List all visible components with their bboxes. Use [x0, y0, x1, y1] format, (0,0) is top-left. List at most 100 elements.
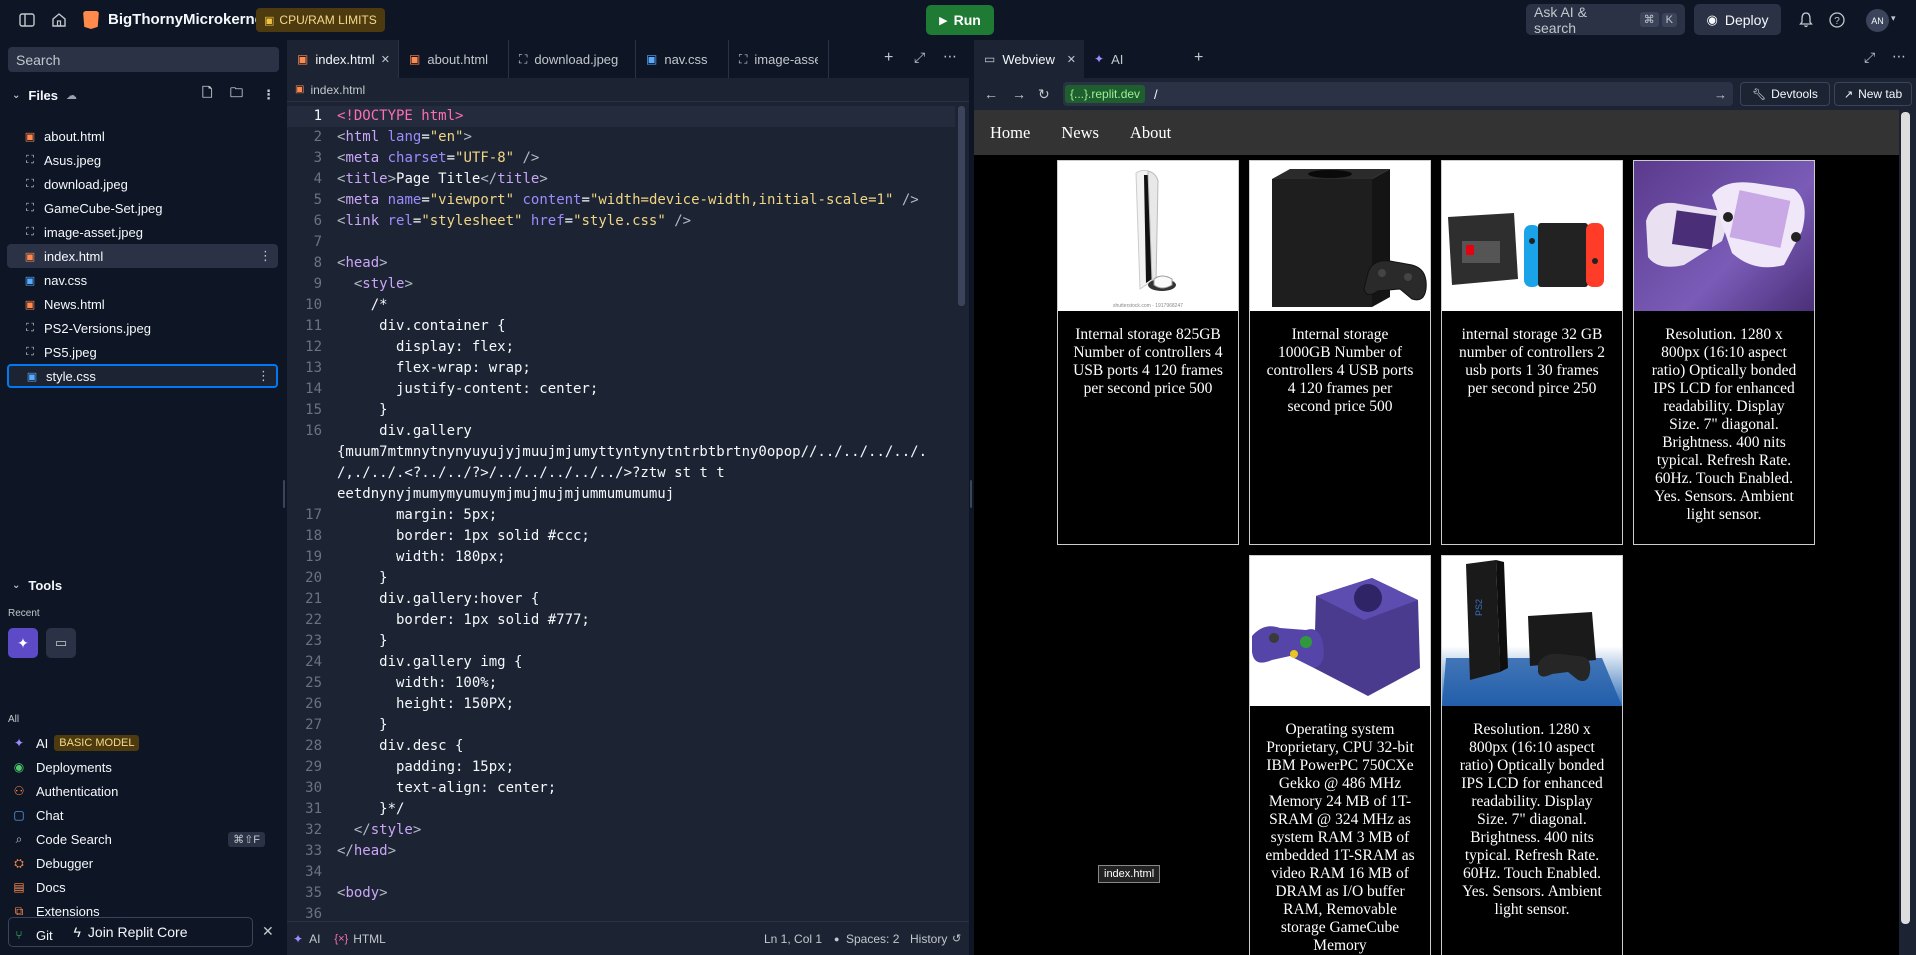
expand-icon[interactable]: ⤢: [1864, 49, 1875, 66]
file-name: News.html: [44, 296, 105, 312]
chevron-down-icon[interactable]: ▾: [1891, 13, 1896, 24]
bell-icon[interactable]: [1797, 11, 1815, 29]
file-item[interactable]: ▣ about.html: [7, 124, 278, 148]
file-item[interactable]: ⛶ Asus.jpeg: [7, 148, 278, 172]
nav-about-link[interactable]: About: [1130, 123, 1171, 143]
tool-item-docs[interactable]: ▤ Docs: [0, 875, 275, 899]
files-header[interactable]: ⌄ Files ☁ 🗋 🗀 ⋮: [8, 85, 283, 105]
file-menu-icon[interactable]: ⋮: [257, 368, 270, 384]
expand-icon[interactable]: ⤢: [914, 49, 925, 66]
project-name[interactable]: BigThornyMicrokernel: [108, 11, 267, 28]
file-item[interactable]: ▣ nav.css: [7, 268, 278, 292]
avatar[interactable]: AN: [1866, 9, 1889, 32]
back-icon[interactable]: ←: [984, 86, 998, 102]
nav-news-link[interactable]: News: [1061, 123, 1099, 143]
editor-scrollbar[interactable]: [958, 106, 965, 306]
ask-ai-search-button[interactable]: Ask AI & search ⌘ K: [1526, 4, 1685, 36]
devtools-button[interactable]: 🔧︎ Devtools: [1740, 82, 1830, 106]
new-folder-icon[interactable]: 🗀: [230, 84, 243, 106]
editor-tab[interactable]: ⛶ download.jpeg: [509, 40, 636, 78]
deployments-icon: ◉: [13, 760, 25, 774]
breadcrumb: ▣ index.html: [287, 78, 969, 102]
tools-header[interactable]: ⌄ Tools: [8, 578, 62, 593]
pane-resize-handle[interactable]: [970, 480, 972, 508]
tool-item-deployments[interactable]: ◉ Deployments: [0, 755, 275, 779]
webview-scrollbar[interactable]: [1901, 112, 1910, 924]
cpu-ram-limits-badge[interactable]: ▣ CPU/RAM LIMITS: [256, 8, 385, 32]
editor-menu-icon[interactable]: ⋯: [943, 48, 957, 65]
gallery-card[interactable]: PS2 Resolution. 1280 x 800px (16:10 aspe…: [1441, 555, 1623, 955]
webview-menu-icon[interactable]: ⋯: [1892, 48, 1906, 65]
html-file-icon: ▣: [295, 84, 305, 95]
tab-webview[interactable]: ▭ Webview ✕: [974, 40, 1084, 78]
editor-tab[interactable]: ▣ index.html ✕: [287, 40, 399, 78]
close-icon[interactable]: ✕: [262, 923, 274, 940]
sidebar-toggle-icon[interactable]: [18, 11, 36, 29]
editor-tab[interactable]: ⛶ image-asset.j: [729, 40, 829, 78]
tab-ai[interactable]: ✦ AI: [1084, 40, 1184, 78]
forward-icon[interactable]: →: [1012, 86, 1026, 102]
svg-text:shutterstock.com · 1917968247: shutterstock.com · 1917968247: [1113, 303, 1183, 309]
file-item[interactable]: ▣ style.css ⋮: [7, 364, 278, 388]
tool-item-ai[interactable]: ✦ AI BASIC MODEL: [0, 731, 275, 755]
reload-icon[interactable]: ↻: [1038, 86, 1050, 103]
url-input[interactable]: {...}.replit.dev / →: [1063, 82, 1733, 106]
run-button[interactable]: ▶ Run: [926, 5, 994, 35]
help-icon[interactable]: ?: [1827, 10, 1847, 30]
code-editor-pane: ▣ index.html ✕ ▣ about.html ⛶ download.jpeg ▣ na…: [287, 40, 969, 955]
file-item[interactable]: ⛶ GameCube-Set.jpeg: [7, 196, 278, 220]
image-file-icon: ⛶: [26, 345, 34, 358]
recent-webview-tool[interactable]: ▭: [46, 628, 76, 658]
gallery-card[interactable]: Resolution. 1280 x 800px (16:10 aspect r…: [1633, 160, 1815, 545]
editor-tab-label: index.html: [315, 51, 375, 67]
url-bar-row: ← → ↻ {...}.replit.dev / → 🔧︎ Devtools ↗…: [974, 78, 1916, 110]
editor-tab-label: about.html: [427, 51, 489, 67]
tool-item-code-search[interactable]: ⌕ Code Search ⌘⇧F: [0, 827, 275, 851]
play-icon: ▶: [939, 14, 948, 27]
file-name: download.jpeg: [44, 176, 128, 192]
file-item[interactable]: ▣ News.html: [7, 292, 278, 316]
shortcut-k: K: [1661, 12, 1677, 27]
gallery-card[interactable]: internal storage 32 GB number of control…: [1441, 160, 1623, 545]
tool-item-chat[interactable]: ▢ Chat: [0, 803, 275, 827]
nav-home-link[interactable]: Home: [990, 123, 1030, 143]
file-item[interactable]: ▣ index.html ⋮: [7, 244, 278, 268]
top-bar: BigThornyMicrokernel ▣ CPU/RAM LIMITS ▶ …: [0, 0, 1916, 40]
go-arrow-icon[interactable]: →: [1714, 87, 1727, 102]
files-menu-icon[interactable]: ⋮: [262, 87, 275, 103]
add-tab-icon[interactable]: +: [884, 49, 893, 67]
file-item[interactable]: ⛶ PS5.jpeg: [7, 340, 278, 364]
shortcut-hint: ⌘⇧F: [228, 831, 265, 847]
close-icon[interactable]: ✕: [381, 53, 390, 66]
file-item[interactable]: ⛶ PS2-Versions.jpeg: [7, 316, 278, 340]
file-item[interactable]: ⛶ image-asset.jpeg: [7, 220, 278, 244]
file-item[interactable]: ⛶ download.jpeg: [7, 172, 278, 196]
home-icon[interactable]: [50, 11, 68, 29]
tool-item-debugger[interactable]: ⛭ Debugger: [0, 851, 275, 875]
join-replit-core-button[interactable]: ϟ Join Replit Core: [8, 917, 253, 947]
dot-icon: ●: [834, 933, 840, 944]
tool-item-authentication[interactable]: ⚇ Authentication: [0, 779, 275, 803]
image-file-icon: ⛶: [26, 177, 34, 190]
close-icon[interactable]: ✕: [1067, 53, 1076, 66]
new-tab-button[interactable]: ↗ New tab: [1834, 82, 1912, 106]
file-menu-icon[interactable]: ⋮: [259, 248, 272, 264]
gallery-card[interactable]: shutterstock.com · 1917968247 Internal s…: [1057, 160, 1239, 545]
editor-tab-label: image-asset.j: [754, 51, 818, 67]
tool-label: Deployments: [36, 759, 112, 775]
html-file-icon: ▣: [24, 130, 36, 143]
sidebar-resize-handle[interactable]: [283, 480, 285, 508]
code-area[interactable]: 1 <!DOCTYPE html> 2 <html lang="en"> 3 <met…: [287, 106, 955, 938]
asus-rog-ally-image: [1634, 161, 1814, 311]
add-tab-icon[interactable]: +: [1194, 49, 1203, 78]
editor-tab[interactable]: ▣ about.html: [399, 40, 509, 78]
html-file-icon: ▣: [24, 250, 36, 263]
search-input[interactable]: Search: [8, 47, 279, 72]
gallery-card[interactable]: Internal storage 1000GB Number of contro…: [1249, 160, 1431, 545]
new-file-icon[interactable]: 🗋: [202, 84, 212, 106]
editor-tab[interactable]: ▣ nav.css: [636, 40, 729, 78]
site-nav: Home News About: [974, 110, 1899, 155]
recent-ai-tool[interactable]: ✦: [8, 628, 38, 658]
gallery-card[interactable]: Operating system Proprietary, CPU 32-bit…: [1249, 555, 1431, 955]
deploy-button[interactable]: ◉ Deploy: [1694, 4, 1781, 35]
